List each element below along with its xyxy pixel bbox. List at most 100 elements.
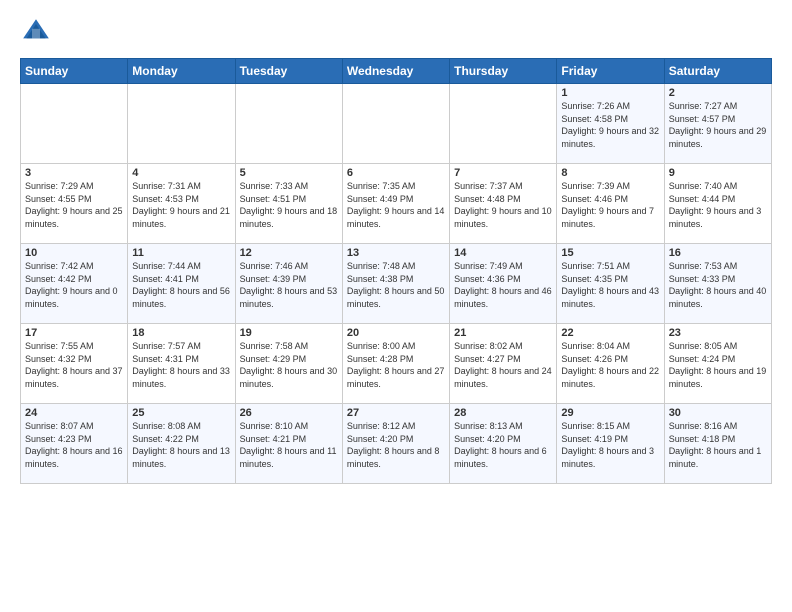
day-number: 16 xyxy=(669,247,767,259)
calendar-cell: 25Sunrise: 8:08 AM Sunset: 4:22 PM Dayli… xyxy=(128,404,235,484)
header xyxy=(20,16,772,48)
calendar: SundayMondayTuesdayWednesdayThursdayFrid… xyxy=(20,58,772,484)
calendar-cell: 16Sunrise: 7:53 AM Sunset: 4:33 PM Dayli… xyxy=(664,244,771,324)
calendar-week-row: 24Sunrise: 8:07 AM Sunset: 4:23 PM Dayli… xyxy=(21,404,772,484)
calendar-cell: 17Sunrise: 7:55 AM Sunset: 4:32 PM Dayli… xyxy=(21,324,128,404)
weekday-header: Monday xyxy=(128,59,235,84)
day-number: 20 xyxy=(347,327,445,339)
calendar-cell: 27Sunrise: 8:12 AM Sunset: 4:20 PM Dayli… xyxy=(342,404,449,484)
day-info: Sunrise: 8:12 AM Sunset: 4:20 PM Dayligh… xyxy=(347,420,445,470)
day-info: Sunrise: 8:04 AM Sunset: 4:26 PM Dayligh… xyxy=(561,340,659,390)
day-info: Sunrise: 8:00 AM Sunset: 4:28 PM Dayligh… xyxy=(347,340,445,390)
day-info: Sunrise: 7:46 AM Sunset: 4:39 PM Dayligh… xyxy=(240,260,338,310)
day-number: 22 xyxy=(561,327,659,339)
calendar-cell xyxy=(235,84,342,164)
day-info: Sunrise: 8:15 AM Sunset: 4:19 PM Dayligh… xyxy=(561,420,659,470)
day-number: 19 xyxy=(240,327,338,339)
logo-icon xyxy=(20,16,52,48)
day-number: 8 xyxy=(561,167,659,179)
day-info: Sunrise: 7:39 AM Sunset: 4:46 PM Dayligh… xyxy=(561,180,659,230)
weekday-header: Tuesday xyxy=(235,59,342,84)
day-number: 23 xyxy=(669,327,767,339)
day-info: Sunrise: 7:58 AM Sunset: 4:29 PM Dayligh… xyxy=(240,340,338,390)
calendar-cell: 23Sunrise: 8:05 AM Sunset: 4:24 PM Dayli… xyxy=(664,324,771,404)
day-number: 12 xyxy=(240,247,338,259)
day-info: Sunrise: 7:31 AM Sunset: 4:53 PM Dayligh… xyxy=(132,180,230,230)
calendar-cell: 28Sunrise: 8:13 AM Sunset: 4:20 PM Dayli… xyxy=(450,404,557,484)
day-info: Sunrise: 7:51 AM Sunset: 4:35 PM Dayligh… xyxy=(561,260,659,310)
day-number: 24 xyxy=(25,407,123,419)
day-info: Sunrise: 7:49 AM Sunset: 4:36 PM Dayligh… xyxy=(454,260,552,310)
day-info: Sunrise: 7:26 AM Sunset: 4:58 PM Dayligh… xyxy=(561,100,659,150)
calendar-cell: 18Sunrise: 7:57 AM Sunset: 4:31 PM Dayli… xyxy=(128,324,235,404)
calendar-cell: 3Sunrise: 7:29 AM Sunset: 4:55 PM Daylig… xyxy=(21,164,128,244)
calendar-cell: 29Sunrise: 8:15 AM Sunset: 4:19 PM Dayli… xyxy=(557,404,664,484)
day-number: 18 xyxy=(132,327,230,339)
day-number: 5 xyxy=(240,167,338,179)
day-info: Sunrise: 8:13 AM Sunset: 4:20 PM Dayligh… xyxy=(454,420,552,470)
weekday-header: Sunday xyxy=(21,59,128,84)
day-info: Sunrise: 8:07 AM Sunset: 4:23 PM Dayligh… xyxy=(25,420,123,470)
page: SundayMondayTuesdayWednesdayThursdayFrid… xyxy=(0,0,792,612)
calendar-header-row: SundayMondayTuesdayWednesdayThursdayFrid… xyxy=(21,59,772,84)
calendar-cell: 19Sunrise: 7:58 AM Sunset: 4:29 PM Dayli… xyxy=(235,324,342,404)
calendar-cell xyxy=(450,84,557,164)
calendar-cell: 13Sunrise: 7:48 AM Sunset: 4:38 PM Dayli… xyxy=(342,244,449,324)
calendar-cell: 24Sunrise: 8:07 AM Sunset: 4:23 PM Dayli… xyxy=(21,404,128,484)
calendar-cell: 6Sunrise: 7:35 AM Sunset: 4:49 PM Daylig… xyxy=(342,164,449,244)
day-info: Sunrise: 7:55 AM Sunset: 4:32 PM Dayligh… xyxy=(25,340,123,390)
day-info: Sunrise: 7:42 AM Sunset: 4:42 PM Dayligh… xyxy=(25,260,123,310)
day-info: Sunrise: 7:48 AM Sunset: 4:38 PM Dayligh… xyxy=(347,260,445,310)
calendar-cell: 1Sunrise: 7:26 AM Sunset: 4:58 PM Daylig… xyxy=(557,84,664,164)
weekday-header: Friday xyxy=(557,59,664,84)
day-number: 27 xyxy=(347,407,445,419)
weekday-header: Saturday xyxy=(664,59,771,84)
day-number: 7 xyxy=(454,167,552,179)
calendar-cell: 21Sunrise: 8:02 AM Sunset: 4:27 PM Dayli… xyxy=(450,324,557,404)
calendar-cell: 11Sunrise: 7:44 AM Sunset: 4:41 PM Dayli… xyxy=(128,244,235,324)
calendar-cell xyxy=(342,84,449,164)
day-info: Sunrise: 7:33 AM Sunset: 4:51 PM Dayligh… xyxy=(240,180,338,230)
calendar-cell: 20Sunrise: 8:00 AM Sunset: 4:28 PM Dayli… xyxy=(342,324,449,404)
calendar-cell: 12Sunrise: 7:46 AM Sunset: 4:39 PM Dayli… xyxy=(235,244,342,324)
day-info: Sunrise: 8:02 AM Sunset: 4:27 PM Dayligh… xyxy=(454,340,552,390)
day-number: 25 xyxy=(132,407,230,419)
day-number: 26 xyxy=(240,407,338,419)
day-info: Sunrise: 7:44 AM Sunset: 4:41 PM Dayligh… xyxy=(132,260,230,310)
calendar-cell: 2Sunrise: 7:27 AM Sunset: 4:57 PM Daylig… xyxy=(664,84,771,164)
calendar-cell: 26Sunrise: 8:10 AM Sunset: 4:21 PM Dayli… xyxy=(235,404,342,484)
day-info: Sunrise: 7:57 AM Sunset: 4:31 PM Dayligh… xyxy=(132,340,230,390)
day-number: 2 xyxy=(669,87,767,99)
day-number: 15 xyxy=(561,247,659,259)
day-number: 3 xyxy=(25,167,123,179)
weekday-header: Thursday xyxy=(450,59,557,84)
day-number: 14 xyxy=(454,247,552,259)
logo xyxy=(20,16,58,48)
calendar-cell: 5Sunrise: 7:33 AM Sunset: 4:51 PM Daylig… xyxy=(235,164,342,244)
day-number: 29 xyxy=(561,407,659,419)
calendar-cell: 30Sunrise: 8:16 AM Sunset: 4:18 PM Dayli… xyxy=(664,404,771,484)
day-info: Sunrise: 8:16 AM Sunset: 4:18 PM Dayligh… xyxy=(669,420,767,470)
calendar-cell: 7Sunrise: 7:37 AM Sunset: 4:48 PM Daylig… xyxy=(450,164,557,244)
calendar-cell: 8Sunrise: 7:39 AM Sunset: 4:46 PM Daylig… xyxy=(557,164,664,244)
day-info: Sunrise: 8:10 AM Sunset: 4:21 PM Dayligh… xyxy=(240,420,338,470)
day-info: Sunrise: 8:08 AM Sunset: 4:22 PM Dayligh… xyxy=(132,420,230,470)
calendar-cell: 9Sunrise: 7:40 AM Sunset: 4:44 PM Daylig… xyxy=(664,164,771,244)
calendar-week-row: 1Sunrise: 7:26 AM Sunset: 4:58 PM Daylig… xyxy=(21,84,772,164)
calendar-cell: 4Sunrise: 7:31 AM Sunset: 4:53 PM Daylig… xyxy=(128,164,235,244)
calendar-cell xyxy=(21,84,128,164)
calendar-cell: 10Sunrise: 7:42 AM Sunset: 4:42 PM Dayli… xyxy=(21,244,128,324)
day-number: 1 xyxy=(561,87,659,99)
day-number: 28 xyxy=(454,407,552,419)
day-number: 13 xyxy=(347,247,445,259)
weekday-header: Wednesday xyxy=(342,59,449,84)
day-number: 11 xyxy=(132,247,230,259)
day-number: 9 xyxy=(669,167,767,179)
calendar-week-row: 17Sunrise: 7:55 AM Sunset: 4:32 PM Dayli… xyxy=(21,324,772,404)
day-number: 4 xyxy=(132,167,230,179)
day-info: Sunrise: 7:53 AM Sunset: 4:33 PM Dayligh… xyxy=(669,260,767,310)
calendar-cell: 22Sunrise: 8:04 AM Sunset: 4:26 PM Dayli… xyxy=(557,324,664,404)
calendar-cell: 14Sunrise: 7:49 AM Sunset: 4:36 PM Dayli… xyxy=(450,244,557,324)
calendar-cell xyxy=(128,84,235,164)
day-info: Sunrise: 7:37 AM Sunset: 4:48 PM Dayligh… xyxy=(454,180,552,230)
